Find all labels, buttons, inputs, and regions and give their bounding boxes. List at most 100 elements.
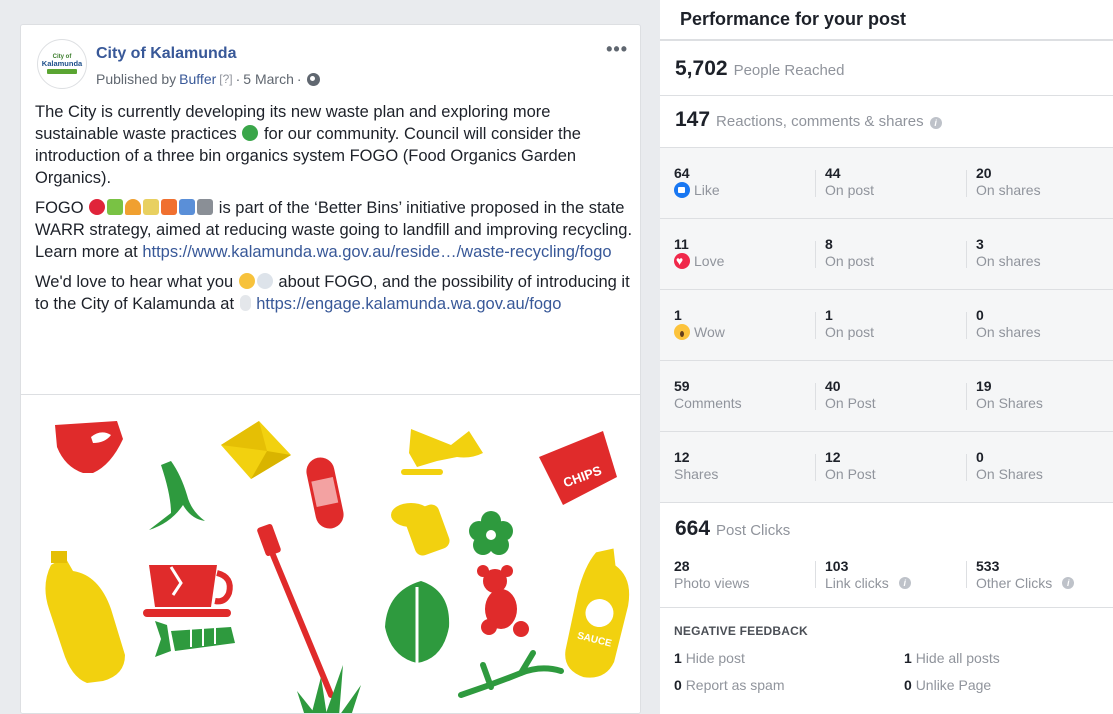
banana-peel-icon — [149, 461, 205, 530]
broken-glass-icon — [401, 429, 483, 475]
flower-icon — [469, 511, 513, 555]
other-clicks-label: Other Clicks — [976, 575, 1053, 591]
envelope-icon — [221, 421, 291, 479]
engage-kalamunda-link[interactable]: https://engage.kalamunda.wa.gov.au/fogo — [256, 295, 561, 313]
hide-all-posts-value: 1 — [904, 650, 912, 666]
shares-total: 12 — [674, 449, 690, 465]
shares-on-post-cell: 12 On Post — [811, 432, 962, 502]
engagement-value: 147 — [675, 108, 711, 131]
love-icon — [674, 252, 690, 270]
on-post-label: On Post — [825, 466, 876, 482]
shares-on-shares: 0 — [976, 449, 984, 465]
hide-post-stat: 1 Hide post — [674, 650, 904, 666]
love-on-shares: 3 — [976, 236, 984, 252]
love-on-post: 8 — [825, 236, 833, 252]
avatar-logo-bar — [47, 69, 77, 74]
info-icon[interactable]: i — [929, 117, 942, 129]
link-clicks-label-wrap: Link clicks i — [825, 574, 962, 592]
post-text-span: We'd love to hear what you — [35, 273, 234, 291]
monstera-leaf-icon — [385, 581, 450, 671]
meta-separator: · — [296, 71, 302, 87]
sauce-bottle-icon: SAUCE — [565, 548, 630, 678]
hide-post-label: Hide post — [685, 650, 745, 666]
hide-post-value: 1 — [674, 650, 682, 666]
post-meta: Published by Buffer [?] · 5 March · — [96, 71, 320, 87]
wow-label: Wow — [674, 323, 811, 341]
chips-bag-icon: CHIPS — [539, 431, 617, 505]
teddy-bear-icon — [477, 565, 529, 637]
photo-views-label: Photo views — [674, 575, 750, 591]
wow-on-shares: 0 — [976, 307, 984, 323]
post-paragraph: FOGO is part of the ‘Better Bins’ initia… — [35, 197, 635, 263]
info-icon[interactable]: i — [898, 577, 911, 589]
wow-on-post: 1 — [825, 307, 833, 323]
people-reached-label: People Reached — [733, 62, 845, 79]
publisher-link[interactable]: Buffer — [179, 71, 216, 87]
kalamunda-fogo-link[interactable]: https://www.kalamunda.wa.gov.au/reside…/… — [142, 243, 611, 261]
globe-icon[interactable] — [306, 72, 320, 86]
shares-row: 12 Shares 12 On Post 0 On Shares — [660, 432, 1113, 503]
more-options-button[interactable]: ••• — [606, 39, 628, 60]
people-reached-value: 5,702 — [675, 57, 728, 80]
post-clicks-stat: 664 Post Clicks — [660, 503, 1113, 551]
twig-icon — [458, 650, 564, 698]
comments-on-post-cell: 40 On Post — [811, 361, 962, 431]
page-name-link[interactable]: City of Kalamunda — [96, 45, 236, 63]
shares-label: Shares — [674, 466, 719, 482]
engagement-stat: 147 Reactions, comments & shares i — [660, 96, 1113, 148]
like-label: Like — [674, 181, 811, 199]
like-on-shares-cell: 20 On shares — [962, 148, 1113, 218]
on-post-label: On post — [825, 324, 875, 340]
link-clicks-label: Link clicks — [825, 575, 889, 591]
publisher-help-link[interactable]: [?] — [219, 72, 232, 86]
link-clicks-value: 103 — [825, 558, 849, 574]
other-clicks-cell: 533 Other Clicks i — [962, 551, 1113, 607]
insights-title: Performance for your post — [660, 0, 1113, 41]
report-spam-label: Report as spam — [685, 677, 785, 693]
love-row: 11 Love 8 On post 3 On shares — [660, 219, 1113, 290]
post-paragraph: We'd love to hear what you about FOGO, a… — [35, 271, 635, 315]
unlike-page-value: 0 — [904, 677, 912, 693]
like-label-text: Like — [694, 182, 720, 198]
wow-on-post-cell: 1 On post — [811, 290, 962, 360]
bread-emoji-icon — [125, 199, 142, 215]
link-clicks-cell: 103 Link clicks i — [811, 551, 962, 607]
wow-label-text: Wow — [694, 324, 725, 340]
engagement-label: Reactions, comments & shares — [716, 113, 924, 130]
page-avatar[interactable]: City of Kalamunda — [37, 39, 87, 89]
post-header: City of Kalamunda City of Kalamunda Publ… — [21, 25, 640, 97]
comments-total: 59 — [674, 378, 690, 394]
wow-icon — [674, 324, 690, 340]
wow-total-cell: 1 Wow — [660, 290, 811, 360]
on-post-label: On post — [825, 182, 875, 198]
like-total-cell: 64 Like — [660, 148, 811, 218]
post-date-link[interactable]: 5 March — [243, 71, 294, 87]
comments-label: Comments — [674, 395, 742, 411]
bin-emoji-icon — [197, 199, 214, 215]
herb-emoji-icon — [107, 199, 124, 215]
post-clicks-label: Post Clicks — [716, 522, 791, 539]
love-on-shares-cell: 3 On shares — [962, 219, 1113, 289]
other-clicks-value: 533 — [976, 558, 1000, 574]
comments-total-cell: 59 Comments — [660, 361, 811, 431]
negative-feedback-grid: 1 Hide post 1 Hide all posts 0 Report as… — [674, 650, 1113, 693]
nappy-icon — [55, 421, 123, 473]
screenshot: City of Kalamunda City of Kalamunda Publ… — [0, 0, 1113, 714]
other-clicks-label-wrap: Other Clicks i — [976, 574, 1113, 592]
post-image[interactable]: CHIPS SAUCE — [21, 394, 640, 713]
wheat-emoji-icon — [143, 199, 160, 215]
like-on-post: 44 — [825, 165, 841, 181]
post-paragraph: The City is currently developing its new… — [35, 101, 635, 189]
love-label-text: Love — [694, 253, 725, 269]
on-post-label: On post — [825, 253, 875, 269]
fish-skeleton-icon — [155, 621, 235, 657]
love-on-post-cell: 8 On post — [811, 219, 962, 289]
crayon-emoji-icon — [161, 199, 178, 215]
post-clicks-value: 664 — [675, 517, 711, 540]
on-shares-label: On Shares — [976, 395, 1043, 411]
report-spam-value: 0 — [674, 677, 682, 693]
wow-row: 1 Wow 1 On post 0 On shares — [660, 290, 1113, 361]
comments-on-shares: 19 — [976, 378, 992, 394]
on-post-label: On Post — [825, 395, 876, 411]
info-icon[interactable]: i — [1062, 577, 1075, 589]
